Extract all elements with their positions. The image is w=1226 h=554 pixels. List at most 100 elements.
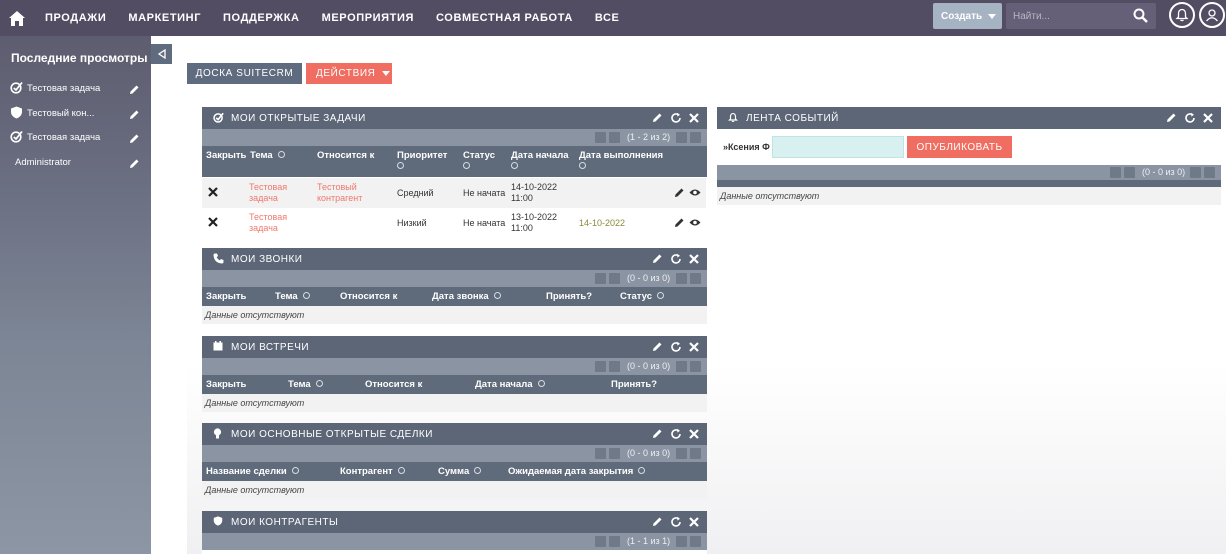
- column-start-date[interactable]: Дата начала: [475, 379, 545, 390]
- nav-all[interactable]: ВСЕ: [595, 12, 620, 24]
- nav-events[interactable]: МЕРОПРИЯТИЯ: [322, 12, 414, 24]
- task-related-link[interactable]: Тестовый контрагент: [317, 182, 362, 204]
- next-page-button[interactable]: [676, 361, 687, 372]
- collapse-left-icon: [157, 49, 166, 59]
- pencil-icon[interactable]: [129, 156, 140, 174]
- shield-icon: [213, 516, 223, 529]
- prev-page-button[interactable]: [609, 536, 620, 547]
- search-input[interactable]: [1006, 10, 1124, 22]
- prev-page-button[interactable]: [609, 361, 620, 372]
- first-page-button[interactable]: [595, 448, 606, 459]
- refresh-icon[interactable]: [669, 515, 682, 528]
- prev-page-button[interactable]: [609, 132, 620, 143]
- edit-dashlet-icon[interactable]: [651, 340, 664, 353]
- refresh-icon[interactable]: [1183, 111, 1196, 124]
- prev-page-button[interactable]: [1124, 167, 1135, 178]
- task-subject-link[interactable]: Тестовая задача: [249, 212, 287, 234]
- nav-marketing[interactable]: МАРКЕТИНГ: [128, 12, 201, 24]
- phone-icon: [213, 253, 224, 267]
- last-page-button[interactable]: [690, 448, 701, 459]
- recent-item-contact[interactable]: Тестовый кон...: [0, 102, 151, 124]
- eye-icon[interactable]: [689, 188, 701, 200]
- refresh-icon[interactable]: [669, 111, 682, 124]
- column-subject[interactable]: Тема: [275, 291, 310, 302]
- close-icon[interactable]: [1201, 111, 1214, 124]
- edit-dashlet-icon[interactable]: [651, 111, 664, 124]
- column-close-date[interactable]: Ожидаемая дата закрытия: [508, 466, 646, 477]
- actions-button[interactable]: ДЕЙСТВИЯ: [306, 63, 392, 84]
- column-close: Закрыть: [206, 379, 247, 390]
- column-priority[interactable]: Приоритет: [397, 150, 447, 172]
- eye-icon[interactable]: [689, 218, 701, 230]
- pencil-icon[interactable]: [129, 107, 140, 125]
- edit-dashlet-icon[interactable]: [651, 515, 664, 528]
- last-page-button[interactable]: [1204, 167, 1215, 178]
- next-page-button[interactable]: [676, 448, 687, 459]
- refresh-icon[interactable]: [669, 252, 682, 265]
- close-icon[interactable]: [687, 252, 700, 265]
- prev-page-button[interactable]: [609, 273, 620, 284]
- first-page-button[interactable]: [1110, 167, 1121, 178]
- pagination-bar: (0 - 0 из 0): [202, 358, 707, 375]
- pencil-icon[interactable]: [129, 82, 140, 100]
- prev-page-button[interactable]: [609, 448, 620, 459]
- column-due-date[interactable]: Дата выполнения: [579, 150, 663, 172]
- sort-icon: [493, 292, 501, 299]
- edit-dashlet-icon[interactable]: [1165, 111, 1178, 124]
- user-menu-button[interactable]: [1199, 2, 1225, 28]
- close-task-icon[interactable]: [208, 217, 218, 230]
- sidebar: Последние просмотры Тестовая задача Тест…: [0, 36, 151, 554]
- refresh-icon[interactable]: [669, 340, 682, 353]
- pagination-text: (1 - 2 из 2): [627, 132, 671, 142]
- notifications-button[interactable]: [1169, 2, 1195, 28]
- pencil-icon[interactable]: [674, 217, 685, 231]
- feed-post-input[interactable]: [772, 136, 904, 158]
- first-page-button[interactable]: [595, 273, 606, 284]
- column-account[interactable]: Контрагент: [340, 466, 405, 477]
- publish-button[interactable]: ОПУБЛИКОВАТЬ: [907, 136, 1012, 158]
- recent-item-task-1[interactable]: Тестовая задача: [0, 77, 151, 99]
- nav-collaboration[interactable]: СОВМЕСТНАЯ РАБОТА: [436, 12, 573, 24]
- first-page-button[interactable]: [595, 361, 606, 372]
- column-subject[interactable]: Тема: [288, 379, 323, 390]
- column-status[interactable]: Статус: [620, 291, 665, 302]
- task-subject-link[interactable]: Тестовая задача: [249, 182, 287, 204]
- nav-sales[interactable]: ПРОДАЖИ: [45, 12, 106, 24]
- pencil-icon[interactable]: [674, 187, 685, 201]
- recent-item-administrator[interactable]: Administrator: [0, 151, 151, 173]
- first-page-button[interactable]: [595, 536, 606, 547]
- last-page-button[interactable]: [690, 361, 701, 372]
- first-page-button[interactable]: [595, 132, 606, 143]
- create-button[interactable]: Создать: [933, 3, 1002, 29]
- close-icon[interactable]: [687, 515, 700, 528]
- nav-support[interactable]: ПОДДЕРЖКА: [223, 12, 300, 24]
- refresh-icon[interactable]: [669, 427, 682, 440]
- column-deal-name[interactable]: Название сделки: [206, 466, 299, 477]
- search-icon[interactable]: [1133, 8, 1148, 28]
- close-icon[interactable]: [687, 111, 700, 124]
- last-page-button[interactable]: [690, 273, 701, 284]
- column-amount[interactable]: Сумма: [438, 466, 482, 477]
- next-page-button[interactable]: [676, 273, 687, 284]
- column-label: Приоритет: [397, 150, 448, 161]
- last-page-button[interactable]: [690, 132, 701, 143]
- edit-dashlet-icon[interactable]: [651, 252, 664, 265]
- column-status[interactable]: Статус: [463, 150, 495, 172]
- column-call-date[interactable]: Дата звонка: [432, 291, 501, 302]
- dashlet-title: МОИ КОНТРАГЕНТЫ: [231, 516, 339, 528]
- next-page-button[interactable]: [676, 132, 687, 143]
- next-page-button[interactable]: [1190, 167, 1201, 178]
- next-page-button[interactable]: [676, 536, 687, 547]
- home-icon[interactable]: [6, 7, 28, 29]
- pencil-icon[interactable]: [129, 131, 140, 149]
- close-task-icon[interactable]: [208, 187, 218, 200]
- column-subject[interactable]: Тема: [250, 150, 285, 161]
- edit-dashlet-icon[interactable]: [651, 427, 664, 440]
- close-icon[interactable]: [687, 427, 700, 440]
- tab-suitecrm-board[interactable]: ДОСКА SUITECRM: [187, 63, 302, 84]
- recent-item-task-2[interactable]: Тестовая задача: [0, 126, 151, 148]
- sidebar-collapse-button[interactable]: [151, 44, 172, 64]
- last-page-button[interactable]: [690, 536, 701, 547]
- close-icon[interactable]: [687, 340, 700, 353]
- column-start-date[interactable]: Дата начала: [511, 150, 569, 172]
